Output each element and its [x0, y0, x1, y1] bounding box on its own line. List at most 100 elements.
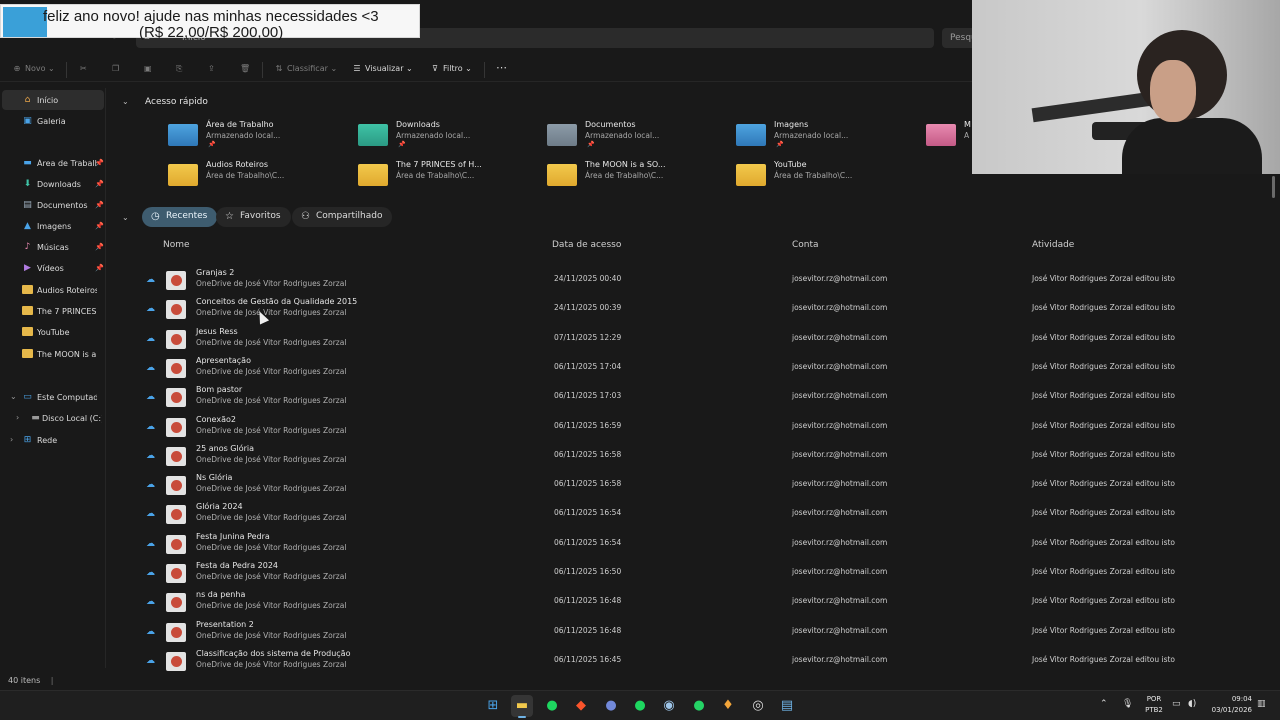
- computer-icon: ▭: [23, 392, 32, 402]
- file-row[interactable]: ☁ Classificação dos sistema de Produção On…: [110, 647, 1270, 676]
- chevron-right-icon[interactable]: ›: [16, 413, 19, 422]
- sidebar-item-home[interactable]: ⌂ Início: [2, 90, 104, 110]
- sidebar-item-images[interactable]: ▲ Imagens 📌: [2, 216, 104, 236]
- quick-access-documents[interactable]: Documentos Armazenado local... 📌: [547, 120, 727, 154]
- brave-icon[interactable]: ◆: [570, 695, 592, 717]
- file-row[interactable]: ☁ Festa da Pedra 2024 OneDrive de José Vit…: [110, 559, 1270, 588]
- sidebar-item-desktop[interactable]: ▬ Área de Trabalho 📌: [2, 153, 104, 173]
- scrollbar[interactable]: [1272, 176, 1276, 670]
- file-activity: José Vitor Rodrigues Zorzal editou isto: [1032, 449, 1176, 459]
- sidebar-item-audios-roteiros[interactable]: Audios Roteiros: [2, 280, 104, 300]
- chevron-right-icon[interactable]: ›: [10, 435, 13, 444]
- spotify-icon[interactable]: ●: [541, 695, 563, 717]
- copy-icon[interactable]: ❐: [112, 64, 119, 73]
- streamer-face: [1150, 60, 1196, 122]
- language-indicator[interactable]: POR PTB2: [1142, 694, 1166, 716]
- sidebar-item-7-princes[interactable]: The 7 PRINCES of H: [2, 301, 104, 321]
- file-row[interactable]: ☁ Bom pastor OneDrive de José Vitor Rodrig…: [110, 383, 1270, 412]
- filter-button[interactable]: ⊽ Filtro ⌄: [430, 64, 472, 73]
- file-row[interactable]: ☁ Ns Glória OneDrive de José Vitor Rodrigu…: [110, 471, 1270, 500]
- app-icon[interactable]: ◎: [747, 695, 769, 717]
- file-row[interactable]: ☁ Conexão2 OneDrive de José Vitor Rodrigue…: [110, 413, 1270, 442]
- file-row[interactable]: ☁ ns da penha OneDrive de José Vitor Rodri…: [110, 588, 1270, 617]
- file-name: Conexão2: [196, 414, 236, 424]
- paste-icon[interactable]: ▣: [144, 64, 152, 73]
- notification-icon[interactable]: ▥: [1257, 699, 1266, 709]
- delete-icon[interactable]: 🗑: [240, 64, 250, 73]
- file-row[interactable]: ☁ Presentation 2 OneDrive de José Vitor Ro…: [110, 618, 1270, 647]
- view-button[interactable]: ☰ Visualizar ⌄: [352, 64, 412, 73]
- sidebar-item-videos[interactable]: ▶ Vídeos 📌: [2, 258, 104, 278]
- pin-icon: 📌: [95, 243, 104, 251]
- sort-button[interactable]: ⇅ Classificar ⌄: [274, 64, 338, 73]
- new-button[interactable]: ⊕ Novo ⌄: [12, 64, 55, 73]
- sidebar-item-network[interactable]: › ⊞ Rede: [2, 430, 104, 450]
- file-row[interactable]: ☁ Glória 2024 OneDrive de José Vitor Rodri…: [110, 500, 1270, 529]
- column-header-account[interactable]: Conta: [792, 240, 819, 250]
- whatsapp-icon[interactable]: ●: [688, 695, 710, 717]
- tab-recentes[interactable]: ◷ Recentes: [142, 207, 218, 227]
- clock[interactable]: 09:04 03/01/2026: [1208, 694, 1252, 716]
- quick-access-desktop[interactable]: Área de Trabalho Armazenado local... 📌: [168, 120, 348, 154]
- tab-compartilhado[interactable]: ⚇ Compartilhado: [292, 207, 393, 227]
- sidebar-item-gallery[interactable]: ▣ Galeria: [2, 111, 104, 131]
- chevron-down-icon[interactable]: ⌄: [122, 97, 129, 106]
- sidebar-item-this-pc[interactable]: ⌄ ▭ Este Computador: [2, 387, 104, 407]
- share-icon[interactable]: ⇪: [208, 64, 215, 73]
- file-account: josevitor.rz@hotmail.com: [792, 303, 888, 313]
- tab-favoritos[interactable]: ☆ Favoritos: [216, 207, 291, 227]
- fl-studio-icon[interactable]: ♦: [717, 695, 739, 717]
- column-header-name[interactable]: Nome: [163, 240, 190, 250]
- chevron-down-icon[interactable]: ⌄: [122, 213, 129, 222]
- microphone-icon[interactable]: 🎙: [1122, 699, 1133, 709]
- cut-icon[interactable]: ✂: [80, 64, 87, 73]
- file-activity: José Vitor Rodrigues Zorzal editou isto: [1032, 654, 1176, 664]
- pin-icon: 📌: [95, 159, 104, 167]
- quick-access-youtube[interactable]: YouTube Área de Trabalho\C...: [736, 160, 916, 194]
- sidebar-item-youtube[interactable]: YouTube: [2, 322, 104, 342]
- quick-access-music[interactable]: M A: [926, 120, 972, 154]
- spotify-icon[interactable]: ●: [629, 695, 651, 717]
- powerpoint-icon: [166, 388, 186, 408]
- scrollbar-thumb[interactable]: [1272, 176, 1275, 198]
- file-name: Festa da Pedra 2024: [196, 561, 278, 570]
- music-icon: [926, 124, 956, 146]
- notepad-icon[interactable]: ▤: [776, 695, 798, 717]
- file-row[interactable]: ☁ Granjas 2 OneDrive de José Vitor Rodrigu…: [110, 266, 1270, 295]
- download-icon: [358, 124, 388, 146]
- file-row[interactable]: ☁ 25 anos Glória OneDrive de José Vitor Ro…: [110, 442, 1270, 471]
- quick-access-audios-roteiros[interactable]: Audios Roteiros Área de Trabalho\C...: [168, 160, 348, 194]
- quick-access-moon[interactable]: The MOON is a SO... Área de Trabalho\C..…: [547, 160, 727, 194]
- file-row[interactable]: ☁ Jesus Ress OneDrive de José Vitor Rodrig…: [110, 325, 1270, 354]
- file-row[interactable]: ☁ Conceitos de Gestão da Qualidade 2015 On…: [110, 295, 1270, 324]
- file-name: Conceitos de Gestão da Qualidade 2015: [196, 297, 358, 307]
- network-icon[interactable]: ▭: [1172, 699, 1181, 709]
- pin-icon: 📌: [587, 141, 595, 148]
- sidebar-item-music[interactable]: ♪ Músicas 📌: [2, 237, 104, 257]
- chevron-down-icon[interactable]: ⌄: [10, 392, 17, 401]
- file-row[interactable]: ☁ Festa Junina Pedra OneDrive de José Vito…: [110, 530, 1270, 559]
- quick-access-images[interactable]: Imagens Armazenado local... 📌: [736, 120, 916, 154]
- sidebar-item-moon[interactable]: The MOON is a SO: [2, 344, 104, 364]
- file-date: 06/11/2025 16:45: [554, 654, 622, 664]
- column-header-date[interactable]: Data de acesso: [552, 240, 621, 250]
- sidebar-item-downloads[interactable]: ⬇ Downloads 📌: [2, 174, 104, 194]
- file-account: josevitor.rz@hotmail.com: [792, 449, 888, 459]
- windows-start-icon[interactable]: ⊞: [482, 695, 504, 717]
- file-activity: José Vitor Rodrigues Zorzal editou isto: [1032, 332, 1176, 342]
- quick-access-7-princes[interactable]: The 7 PRINCES of H... Área de Trabalho\C…: [358, 160, 538, 194]
- file-explorer-icon[interactable]: ▬: [511, 695, 533, 718]
- sidebar-item-documents[interactable]: ▤ Documentos 📌: [2, 195, 104, 215]
- column-header-activity[interactable]: Atividade: [1032, 240, 1074, 250]
- chevron-up-icon[interactable]: ⌃: [1100, 699, 1108, 709]
- sidebar-item-local-disk[interactable]: › ▬ Disco Local (C:): [2, 408, 104, 428]
- discord-icon[interactable]: ●: [600, 695, 622, 717]
- steam-icon[interactable]: ◉: [658, 695, 680, 717]
- volume-icon[interactable]: ◖): [1188, 699, 1196, 709]
- file-row[interactable]: ☁ Apresentação OneDrive de José Vitor Rodr…: [110, 354, 1270, 383]
- file-date: 24/11/2025 00:39: [554, 303, 622, 313]
- sort-icon: ⇅: [275, 64, 283, 73]
- more-options-button[interactable]: ⋯: [496, 61, 507, 74]
- rename-icon[interactable]: ⎘: [176, 64, 182, 74]
- quick-access-downloads[interactable]: Downloads Armazenado local... 📌: [358, 120, 538, 154]
